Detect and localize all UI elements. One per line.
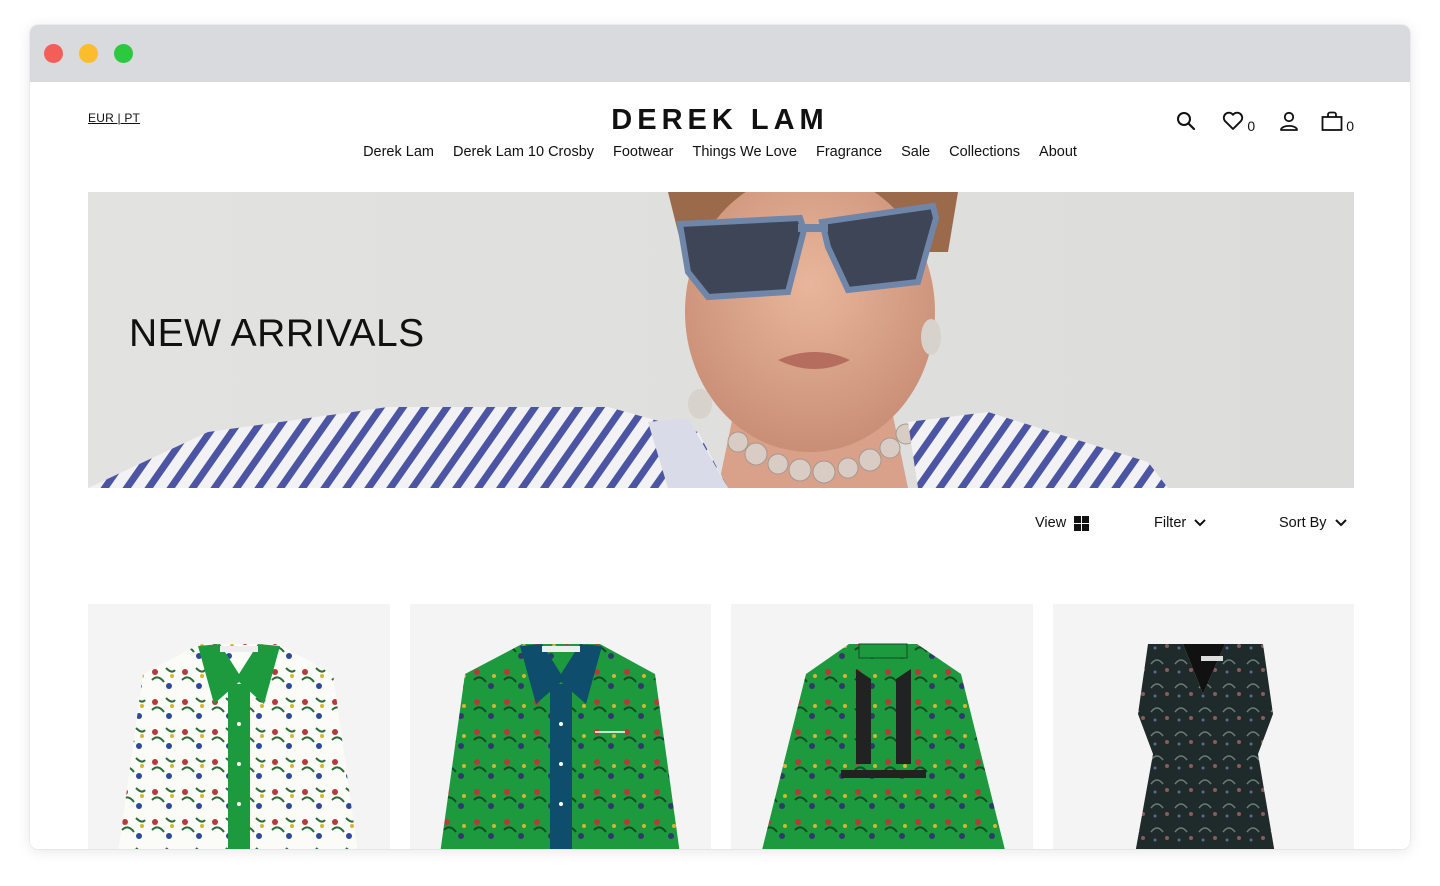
nav-item-footwear[interactable]: Footwear	[613, 144, 673, 160]
product-image-white-floral-shirt	[118, 644, 358, 849]
grid-view-icon	[1074, 515, 1090, 531]
search-icon[interactable]	[1176, 111, 1196, 131]
product-card[interactable]	[1052, 604, 1354, 849]
hero-banner[interactable]: NEW ARRIVALS	[88, 192, 1354, 488]
product-card[interactable]	[409, 604, 711, 849]
title-bar	[30, 25, 1410, 82]
user-icon[interactable]	[1279, 111, 1299, 131]
hero-title: NEW ARRIVALS	[129, 312, 425, 355]
bag-count: 0	[1346, 118, 1354, 134]
minimize-window-button[interactable]	[79, 44, 98, 63]
product-image-green-pajama-shirt	[440, 644, 679, 849]
listing-toolbar: View Filter Sort By	[30, 515, 1410, 535]
product-card[interactable]	[731, 604, 1033, 849]
nav-item-derek-lam[interactable]: Derek Lam	[363, 144, 434, 160]
header-icons: 0 0	[1176, 108, 1354, 134]
filter-dropdown[interactable]: Filter	[1154, 515, 1206, 531]
product-card[interactable]	[88, 604, 390, 849]
product-grid	[88, 604, 1354, 849]
wishlist-count: 0	[1247, 118, 1256, 134]
sort-dropdown[interactable]: Sort By	[1279, 515, 1347, 531]
shopping-bag-icon	[1321, 111, 1343, 131]
product-image-black-sleeveless-dress	[1135, 644, 1274, 849]
view-toggle[interactable]: View	[1035, 515, 1090, 531]
nav-item-collections[interactable]: Collections	[949, 144, 1020, 160]
nav-item-fragrance[interactable]: Fragrance	[816, 144, 882, 160]
filter-label: Filter	[1154, 515, 1187, 531]
heart-icon	[1223, 111, 1244, 130]
nav-item-things-we-love[interactable]: Things We Love	[692, 144, 797, 160]
close-window-button[interactable]	[44, 44, 63, 63]
chevron-down-icon	[1334, 519, 1347, 527]
page-content: EUR | PT DEREK LAM 0 0 Derek Lam Derek L…	[30, 82, 1410, 849]
sort-label: Sort By	[1279, 515, 1327, 531]
nav-item-about[interactable]: About	[1039, 144, 1077, 160]
browser-window: EUR | PT DEREK LAM 0 0 Derek Lam Derek L…	[30, 25, 1410, 849]
nav-item-sale[interactable]: Sale	[901, 144, 930, 160]
product-image-green-floral-dress	[762, 643, 1005, 849]
shopping-bag-button[interactable]: 0	[1321, 111, 1354, 134]
nav-item-derek-lam-10-crosby[interactable]: Derek Lam 10 Crosby	[453, 144, 594, 160]
wishlist-button[interactable]: 0	[1222, 111, 1256, 134]
maximize-window-button[interactable]	[114, 44, 133, 63]
main-navigation: Derek Lam Derek Lam 10 Crosby Footwear T…	[30, 144, 1410, 160]
view-label: View	[1035, 515, 1067, 531]
chevron-down-icon	[1194, 519, 1206, 527]
